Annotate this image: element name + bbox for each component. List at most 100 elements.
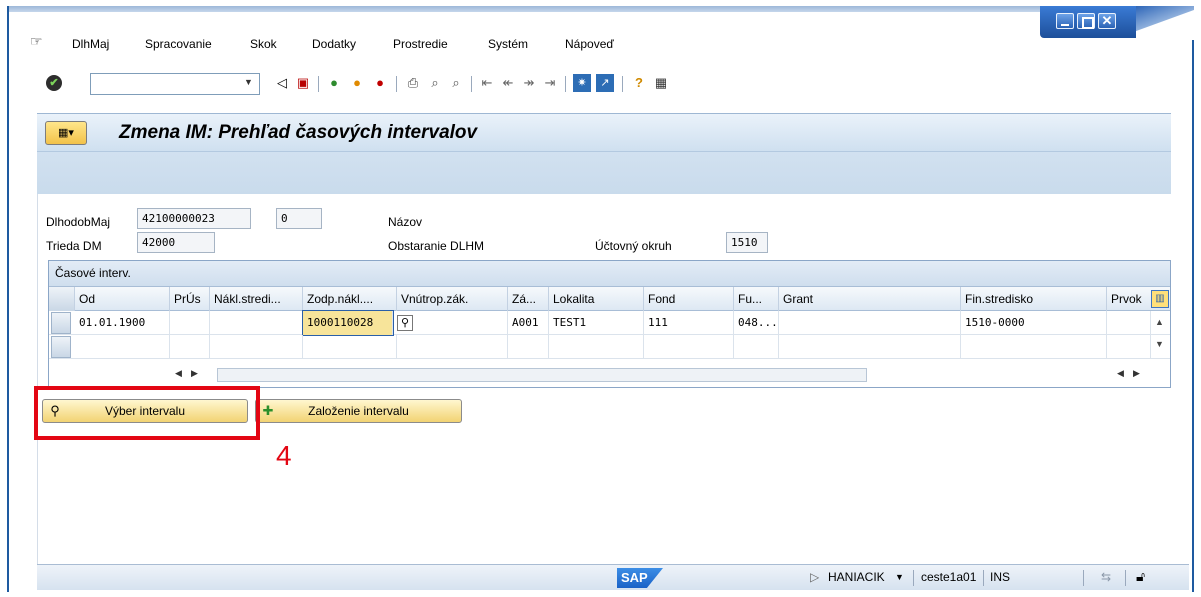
cell-vnutropzak[interactable] — [415, 311, 508, 335]
prev-page-icon[interactable]: ↞ — [499, 74, 517, 92]
col-grant[interactable]: Grant — [779, 287, 961, 311]
new-session-icon[interactable]: ✷ — [573, 74, 591, 92]
back-icon[interactable]: ◁ — [273, 74, 291, 92]
page-title: Zmena IM: Prehľad časových intervalov — [119, 122, 478, 143]
cell-fu[interactable]: 048... — [734, 311, 779, 335]
dlhodobmaj-label: DlhodobMaj — [46, 215, 111, 229]
cell-prus[interactable] — [170, 311, 210, 335]
cancel-icon[interactable]: ● — [348, 74, 366, 92]
cell-fond[interactable]: 111 — [644, 311, 734, 335]
enter-check-icon[interactable]: ✔ — [46, 75, 62, 91]
status-separator — [913, 570, 914, 586]
title-band — [9, 6, 1192, 12]
col-fu[interactable]: Fu... — [734, 287, 779, 311]
col-finstredisko[interactable]: Fin.stredisko — [961, 287, 1107, 311]
col-za[interactable]: Zá... — [508, 287, 549, 311]
cell-prus[interactable] — [170, 335, 210, 359]
zalozenie-intervalu-label: Založenie intervalu — [308, 404, 409, 418]
scroll-up-icon[interactable]: ▲ — [1155, 317, 1164, 327]
scroll-track[interactable] — [217, 368, 867, 382]
trieda-field[interactable]: 42000 — [137, 232, 215, 253]
maximize-button[interactable] — [1077, 13, 1095, 29]
toolbar-separator — [565, 76, 566, 92]
cell-finstredisko[interactable] — [961, 335, 1107, 359]
menu-napoved[interactable]: Nápoveď — [565, 37, 614, 51]
scroll-left-icon[interactable]: ◀ — [175, 368, 182, 379]
cell-od[interactable]: 01.01.1900 — [75, 311, 170, 335]
cell-prvok[interactable] — [1107, 311, 1151, 335]
row-selector[interactable] — [51, 312, 71, 334]
user-dropdown-icon[interactable]: ▼ — [895, 572, 904, 582]
col-fond[interactable]: Fond — [644, 287, 734, 311]
cell-zodpnakl[interactable] — [303, 335, 397, 359]
lock-icon[interactable]: 🔓︎ — [1136, 568, 1145, 585]
menu-dodatky[interactable]: Dodatky — [312, 37, 356, 51]
scroll-right-icon[interactable]: ▶ — [191, 368, 198, 379]
title-area: ▦▾ Zmena IM: Prehľad časových intervalov — [37, 113, 1171, 194]
table-header: Od PrÚs Nákl.stredi... Zodp.nákl.... Vnú… — [49, 287, 1170, 311]
cell-grant[interactable] — [779, 335, 961, 359]
find-icon[interactable]: ⌕ — [426, 74, 444, 92]
cell-vnutropzak[interactable] — [397, 335, 508, 359]
save-icon[interactable]: ▣ — [294, 74, 312, 92]
scroll-down-icon[interactable]: ▼ — [1155, 339, 1164, 349]
menu-toggle-icon[interactable]: ☞ — [30, 33, 46, 49]
cell-od[interactable] — [75, 335, 170, 359]
col-zodpnakl[interactable]: Zodp.nákl.... — [303, 287, 397, 311]
row-selector[interactable] — [51, 336, 71, 358]
menu-spracovanie[interactable]: Spracovanie — [145, 37, 212, 51]
col-naklstredi[interactable]: Nákl.stredi... — [210, 287, 303, 311]
exit-icon[interactable]: ● — [325, 74, 343, 92]
last-page-icon[interactable]: ⇥ — [541, 74, 559, 92]
cell-fu[interactable] — [734, 335, 779, 359]
help-icon[interactable]: ? — [630, 74, 648, 92]
col-lokalita[interactable]: Lokalita — [549, 287, 644, 311]
col-vnutropzak[interactable]: Vnútrop.zák. — [397, 287, 508, 311]
cell-finstredisko[interactable]: 1510-0000 — [961, 311, 1107, 335]
scroll-left-icon[interactable]: ◀ — [1117, 368, 1124, 379]
cell-za[interactable]: A001 — [508, 311, 549, 335]
print-icon[interactable]: ⎙ — [404, 74, 422, 92]
cell-grant[interactable] — [779, 311, 961, 335]
sap-logo: SAP — [617, 568, 663, 588]
first-page-icon[interactable]: ⇤ — [478, 74, 496, 92]
search-help-icon[interactable]: ⚲ — [397, 315, 413, 331]
cell-lokalita[interactable]: TEST1 — [549, 311, 644, 335]
menu-skok[interactable]: Skok — [250, 37, 277, 51]
cell-naklstredi[interactable] — [210, 335, 303, 359]
status-mode: INS — [990, 570, 1011, 584]
col-od[interactable]: Od — [75, 287, 170, 311]
toolbar-separator — [396, 76, 397, 92]
table-settings-icon[interactable]: ▥ — [1151, 290, 1169, 308]
menu-system[interactable]: Systém — [488, 37, 528, 51]
title-menu-button[interactable]: ▦▾ — [45, 121, 87, 145]
cell-lokalita[interactable] — [549, 335, 644, 359]
customize-layout-icon[interactable]: ▦ — [652, 74, 670, 92]
menu-prostredie[interactable]: Prostredie — [393, 37, 448, 51]
cell-prvok[interactable] — [1107, 335, 1151, 359]
col-prus[interactable]: PrÚs — [170, 287, 210, 311]
cell-zodpnakl[interactable]: 1000110028 — [302, 310, 394, 336]
zalozenie-intervalu-button[interactable]: ✚ Založenie intervalu — [255, 399, 462, 423]
shortcut-icon[interactable]: ↗ — [596, 74, 614, 92]
cell-naklstredi[interactable] — [210, 311, 303, 335]
horizontal-scrollbar[interactable]: ◀ ▶ ◀ ▶ — [49, 364, 1170, 386]
scroll-right-icon[interactable]: ▶ — [1133, 368, 1140, 379]
menu-dlhmaj[interactable]: DlhMaj — [72, 37, 109, 51]
minimize-button[interactable] — [1056, 13, 1074, 29]
select-all-cell[interactable] — [49, 287, 75, 311]
find-next-icon[interactable]: ⌕ — [447, 74, 465, 92]
cell-fond[interactable] — [644, 335, 734, 359]
stop-icon[interactable]: ● — [371, 74, 389, 92]
subnumber-field[interactable]: 0 — [276, 208, 322, 229]
command-dropdown-icon[interactable]: ▼ — [244, 77, 253, 87]
close-button[interactable]: ✕ — [1098, 13, 1116, 29]
dlhodobmaj-field[interactable]: 42100000023 — [137, 208, 251, 229]
cell-za[interactable] — [508, 335, 549, 359]
command-field[interactable] — [90, 73, 260, 95]
next-page-icon[interactable]: ↠ — [520, 74, 538, 92]
layout-icon[interactable]: ⇆ — [1101, 570, 1111, 584]
col-prvok[interactable]: Prvok — [1107, 287, 1151, 311]
okruh-field[interactable]: 1510 — [726, 232, 768, 253]
status-expand-icon[interactable]: ▷ — [810, 570, 819, 584]
